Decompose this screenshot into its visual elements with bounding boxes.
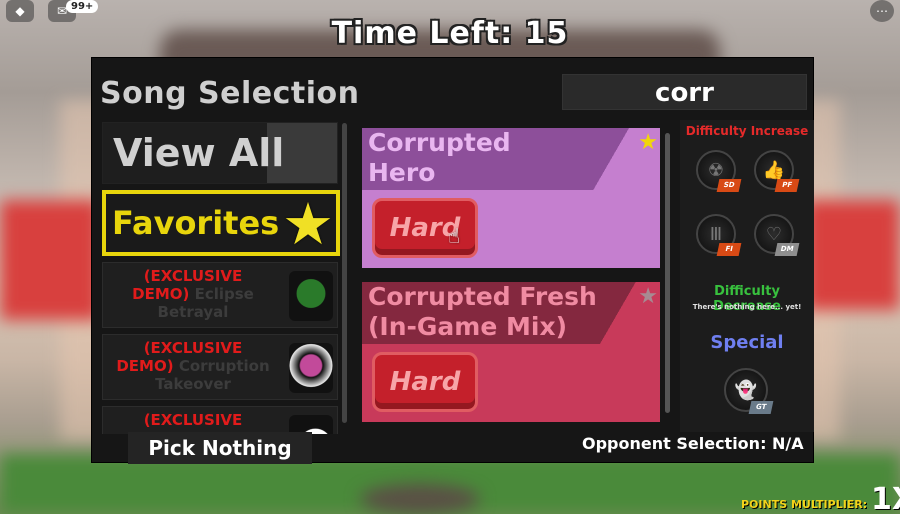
background-speaker-right	[805, 200, 900, 310]
song-card-header: Corrupted Fresh (In-Game Mix) ★	[362, 282, 660, 344]
thumbs-up-icon: 👍	[762, 159, 786, 181]
song-title: Corrupted Hero	[368, 128, 511, 187]
ghost-icon: 👻	[734, 379, 758, 401]
character-portrait	[289, 343, 333, 393]
points-multiplier-value: 1X	[871, 482, 900, 514]
song-list: Corrupted Hero ★ Hard ☝ Corrupted Fresh …	[362, 128, 662, 428]
song-title: Corrupted Fresh (In-Game Mix)	[368, 282, 597, 341]
modifiers-panel: Difficulty Increase ☢ SD 👍 PF Ⅲ FI ♡ DM …	[680, 120, 814, 432]
ghost-modifier-button[interactable]: 👻 GT	[724, 368, 774, 414]
fade-in-modifier-button[interactable]: Ⅲ FI	[696, 214, 742, 256]
category-item[interactable]: (EXCLUSIVE DEMO) Eclipse Betrayal	[102, 262, 338, 328]
pick-nothing-button[interactable]: Pick Nothing	[128, 432, 312, 464]
category-scrollbar[interactable]	[342, 123, 347, 423]
category-view-all[interactable]: View All	[102, 122, 338, 184]
category-list: View All Favorites ★ (EXCLUSIVE DEMO) Ec…	[100, 120, 340, 434]
exclusive-tag: (EXCLUSIVE	[143, 267, 243, 285]
modifier-tag: PF	[774, 179, 800, 192]
radiation-icon: ☢	[707, 159, 725, 181]
exclusive-tag: (EXCLUSIVE	[143, 339, 243, 357]
bars-icon: Ⅲ	[709, 223, 723, 245]
notification-badge: 99+	[66, 0, 99, 13]
panel-title: Song Selection	[100, 76, 360, 111]
modifier-tag: SD	[716, 179, 742, 192]
pointer-cursor-icon: ☝	[448, 224, 461, 248]
song-card-header: Corrupted Hero ★	[362, 128, 660, 190]
perfect-modifier-button[interactable]: 👍 PF	[754, 150, 800, 192]
demo-tag: DEMO)	[116, 357, 174, 375]
background-speaker-left	[0, 200, 100, 320]
category-item-label: (EXCLUSIVE	[103, 411, 283, 429]
song-scrollbar[interactable]	[665, 133, 670, 413]
difficulty-hard-button[interactable]: Hard	[372, 198, 478, 258]
difficulty-increase-heading: Difficulty Increase	[685, 124, 809, 138]
special-heading: Special	[710, 332, 784, 353]
modifier-tag: FI	[716, 243, 742, 256]
category-item-label: (EXCLUSIVE DEMO) Corruption Takeover	[103, 339, 283, 393]
search-input[interactable]: corr	[562, 74, 807, 110]
category-favorites[interactable]: Favorites ★	[102, 190, 340, 258]
category-item[interactable]: (EXCLUSIVE	[102, 406, 338, 434]
exclusive-tag: (EXCLUSIVE	[143, 411, 243, 429]
song-selection-panel: Song Selection corr View All Favorites ★…	[91, 57, 814, 464]
star-icon: ★	[282, 190, 334, 258]
modifier-tag: DM	[774, 243, 800, 256]
difficulty-decrease-note: There's nothing here... yet!	[692, 303, 802, 311]
demo-tag: DEMO)	[132, 285, 190, 303]
opponent-selection-status: Opponent Selection: N/A	[582, 434, 804, 453]
heart-icon: ♡	[765, 223, 783, 245]
category-item-label: (EXCLUSIVE DEMO) Eclipse Betrayal	[103, 267, 283, 321]
favorite-star-icon[interactable]: ★	[638, 130, 658, 155]
sudden-death-modifier-button[interactable]: ☢ SD	[696, 150, 742, 192]
character-portrait	[289, 271, 333, 321]
category-item[interactable]: (EXCLUSIVE DEMO) Corruption Takeover	[102, 334, 338, 400]
double-miss-modifier-button[interactable]: ♡ DM	[754, 214, 800, 256]
time-left-timer: Time Left: 15	[331, 16, 569, 51]
song-card[interactable]: Corrupted Hero ★ Hard ☝	[362, 128, 660, 268]
points-multiplier-label: POINTS MULTIPLIER:	[741, 498, 868, 511]
category-favorites-label: Favorites	[112, 204, 280, 242]
background-prop	[360, 484, 480, 514]
modifier-tag: GT	[748, 401, 774, 414]
category-view-all-label: View All	[113, 131, 285, 175]
difficulty-hard-button[interactable]: Hard	[372, 352, 478, 412]
favorite-star-icon[interactable]: ★	[638, 284, 658, 309]
song-card[interactable]: Corrupted Fresh (In-Game Mix) ★ Hard	[362, 282, 660, 422]
